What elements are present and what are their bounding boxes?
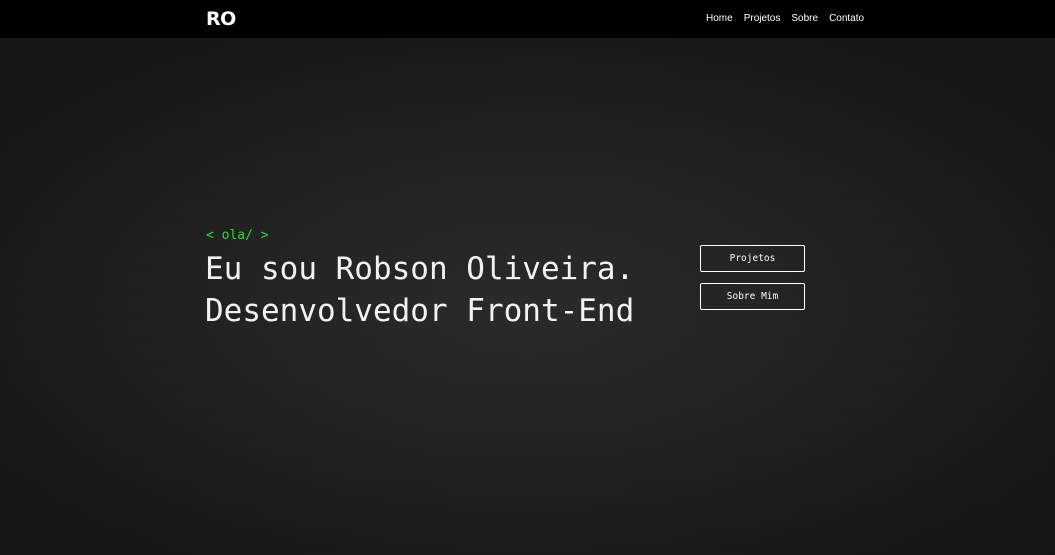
- hero-headline-line2: Desenvolvedor Front-End: [205, 293, 635, 329]
- projetos-button[interactable]: Projetos: [700, 245, 805, 272]
- sobre-mim-button[interactable]: Sobre Mim: [700, 283, 805, 310]
- nav-sobre[interactable]: Sobre: [791, 12, 818, 25]
- nav-links: Home Projetos Sobre Contato: [706, 12, 864, 25]
- hero-headline-line1: Eu sou Robson Oliveira.: [205, 251, 635, 287]
- logo[interactable]: RO: [206, 8, 236, 30]
- navbar: RO Home Projetos Sobre Contato: [0, 0, 1055, 38]
- nav-home[interactable]: Home: [706, 12, 733, 25]
- nav-contato[interactable]: Contato: [829, 12, 864, 25]
- hero-headline: Eu sou Robson Oliveira. Desenvolvedor Fr…: [205, 248, 634, 332]
- hero-tag: < ola/ >: [206, 228, 269, 243]
- nav-projetos[interactable]: Projetos: [744, 12, 781, 25]
- page: RO Home Projetos Sobre Contato < ola/ > …: [0, 0, 1055, 555]
